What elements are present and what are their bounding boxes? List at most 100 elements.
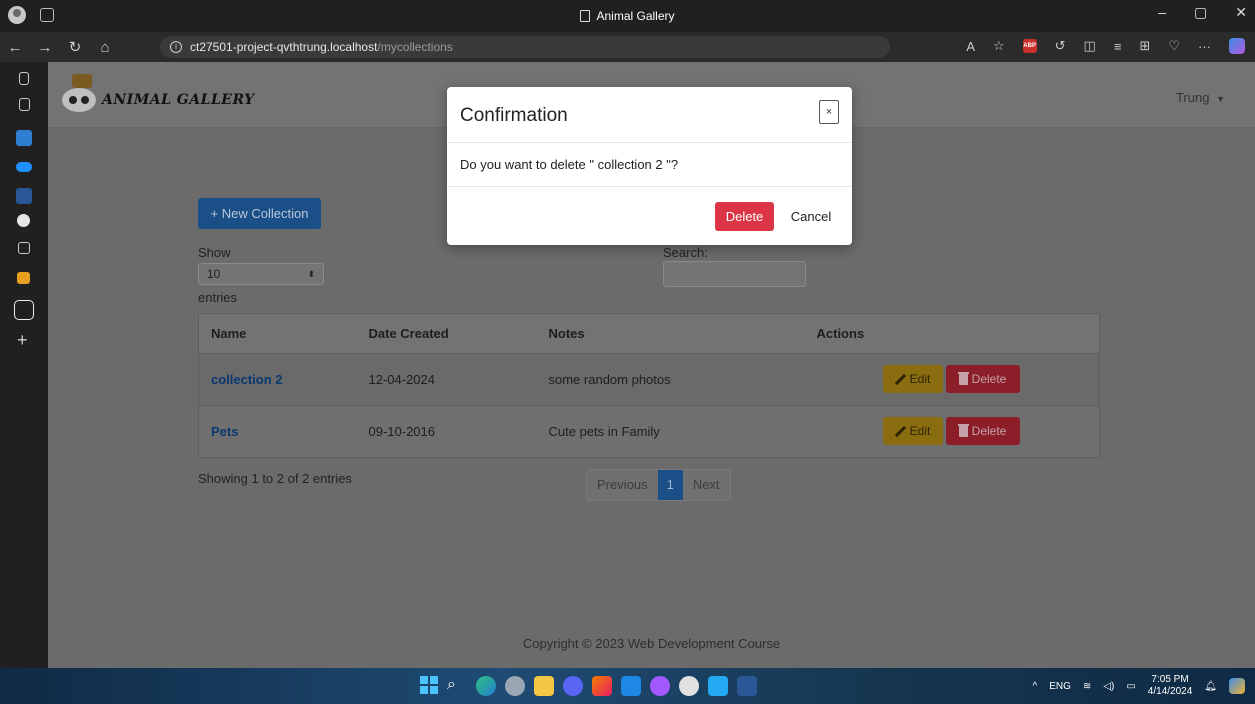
column-header-actions: Actions — [804, 313, 1100, 354]
cell-actions: Edit Delete — [804, 353, 1100, 406]
cell-date: 12-04-2024 — [356, 353, 537, 406]
discord-icon[interactable] — [563, 676, 583, 696]
browser-toolbar: ← → ↻ ⌂ i ct27501-project-qvthtrung.loca… — [0, 32, 1255, 62]
onedrive-icon[interactable] — [16, 162, 32, 172]
active-page-tab-icon[interactable] — [14, 300, 34, 320]
search-label: Search: — [663, 245, 708, 260]
footer-copyright: Copyright © 2023 Web Development Course — [522, 636, 781, 651]
forward-icon[interactable]: → — [30, 39, 60, 56]
app-tab-icon[interactable] — [17, 272, 30, 284]
add-tab-icon[interactable]: + — [17, 331, 33, 349]
favorite-star-icon[interactable]: ☆ — [993, 38, 1005, 54]
split-screen-icon[interactable]: ◫ — [1084, 38, 1096, 54]
more-icon[interactable]: ··· — [1198, 39, 1211, 54]
file-explorer-icon[interactable] — [534, 676, 554, 696]
edit-button[interactable]: Edit — [882, 365, 943, 393]
favorites-icon[interactable]: ≡ — [1114, 39, 1122, 54]
minimize-icon[interactable]: – — [1158, 4, 1166, 21]
cancel-button[interactable]: Cancel — [783, 202, 839, 231]
site-info-icon[interactable]: i — [170, 41, 182, 53]
close-window-icon[interactable]: ✕ — [1235, 4, 1247, 21]
home-icon[interactable]: ⌂ — [90, 39, 120, 56]
adblock-plus-icon[interactable]: ABP — [1022, 39, 1037, 53]
cell-name: collection 2 — [198, 353, 357, 406]
edit-label: Edit — [909, 424, 931, 438]
table-header-row: Name Date Created Notes Actions — [198, 313, 1100, 354]
language-indicator[interactable]: ENG — [1049, 681, 1071, 692]
paint-icon[interactable] — [592, 676, 612, 696]
edit-label: Edit — [909, 372, 931, 386]
cell-date: 09-10-2016 — [356, 405, 537, 458]
edit-button[interactable]: Edit — [882, 417, 943, 445]
modal-close-button[interactable]: × — [819, 100, 839, 124]
collection-link[interactable]: Pets — [211, 424, 238, 439]
browser-title-bar: Animal Gallery – ▢ ✕ — [0, 0, 1255, 32]
pager-next[interactable]: Next — [682, 470, 730, 500]
pencil-icon — [895, 426, 906, 437]
search-icon[interactable]: ⌕ — [447, 676, 467, 696]
back-icon[interactable]: ← — [0, 39, 30, 56]
site-logo[interactable]: ANIMAL GALLERY — [58, 74, 255, 114]
modal-message: Do you want to delete " collection 2 "? — [447, 143, 852, 187]
search-input[interactable] — [663, 261, 806, 287]
url-path: /mycollections — [377, 40, 453, 54]
zalo-icon[interactable] — [621, 676, 641, 696]
clock-date: 4/14/2024 — [1147, 686, 1193, 697]
address-bar[interactable]: i ct27501-project-qvthtrung.localhost/my… — [160, 36, 890, 58]
github-icon[interactable] — [17, 214, 30, 227]
notification-bell-icon[interactable]: 🔔︎ — [1204, 681, 1217, 692]
wifi-icon[interactable]: ≋ — [1083, 681, 1091, 692]
column-header-notes[interactable]: Notes — [536, 313, 805, 354]
calendar-icon[interactable] — [18, 242, 30, 254]
cell-actions: Edit Delete — [804, 405, 1100, 458]
word-tab-icon[interactable] — [16, 188, 32, 204]
refresh-icon[interactable]: ↻ — [60, 38, 90, 56]
copilot-icon[interactable] — [1229, 38, 1245, 54]
maximize-icon[interactable]: ▢ — [1194, 4, 1207, 21]
new-collection-button[interactable]: + New Collection — [198, 198, 321, 229]
column-header-name[interactable]: Name — [198, 313, 357, 354]
delete-label: Delete — [971, 372, 1007, 386]
collections-icon[interactable]: ⊞ — [1139, 38, 1150, 54]
column-header-date[interactable]: Date Created — [356, 313, 537, 354]
system-tray: ^ ENG ≋ ◁) ▭ 7:05 PM 4/14/2024 🔔︎ — [1033, 674, 1245, 698]
user-menu[interactable]: Trung ▼ — [1176, 90, 1225, 105]
trash-icon — [957, 423, 969, 437]
messenger-icon[interactable] — [650, 676, 670, 696]
tab-icon[interactable] — [19, 72, 29, 85]
vscode-icon[interactable] — [708, 676, 728, 696]
chrome-app-icon[interactable] — [679, 676, 699, 696]
table-row: Pets 09-10-2016 Cute pets in Family Edit… — [198, 405, 1100, 458]
battery-icon[interactable]: ▭ — [1126, 681, 1135, 692]
logo-text: ANIMAL GALLERY — [102, 92, 255, 108]
modal-title: Confirmation — [460, 105, 568, 126]
chevron-up-icon[interactable]: ^ — [1033, 681, 1038, 692]
volume-icon[interactable]: ◁) — [1103, 681, 1114, 692]
clock[interactable]: 7:05 PM 4/14/2024 — [1148, 674, 1193, 698]
windows-start-icon[interactable] — [420, 676, 438, 694]
browser-vertical-sidebar: + — [0, 62, 48, 668]
pager-page-1[interactable]: 1 — [657, 470, 683, 500]
page-tab-icon[interactable] — [19, 98, 30, 111]
trash-icon — [957, 371, 969, 385]
word-icon[interactable] — [737, 676, 757, 696]
delete-button[interactable]: Delete — [945, 365, 1020, 393]
clock-time: 7:05 PM — [1151, 674, 1189, 685]
collection-link[interactable]: collection 2 — [211, 372, 283, 387]
profile-tab-icon[interactable] — [16, 130, 32, 146]
select-arrows-icon: ⬍ — [307, 269, 315, 279]
entries-label: entries — [198, 290, 238, 305]
pager-previous[interactable]: Previous — [587, 470, 658, 500]
page-icon — [580, 10, 591, 22]
cell-name: Pets — [198, 405, 357, 458]
edge-icon[interactable] — [476, 676, 496, 696]
confirmation-modal: Confirmation × Do you want to delete " c… — [447, 87, 852, 245]
extension-icon[interactable]: ↺ — [1055, 38, 1066, 54]
confirm-delete-button[interactable]: Delete — [715, 202, 774, 231]
page-size-select[interactable]: 10 ⬍ — [198, 263, 324, 285]
copilot-taskbar-icon[interactable] — [1229, 678, 1245, 694]
read-aloud-icon[interactable]: A — [966, 39, 975, 54]
delete-button[interactable]: Delete — [945, 417, 1020, 445]
browser-essentials-icon[interactable]: ♡ — [1168, 38, 1180, 54]
settings-icon[interactable] — [505, 676, 525, 696]
